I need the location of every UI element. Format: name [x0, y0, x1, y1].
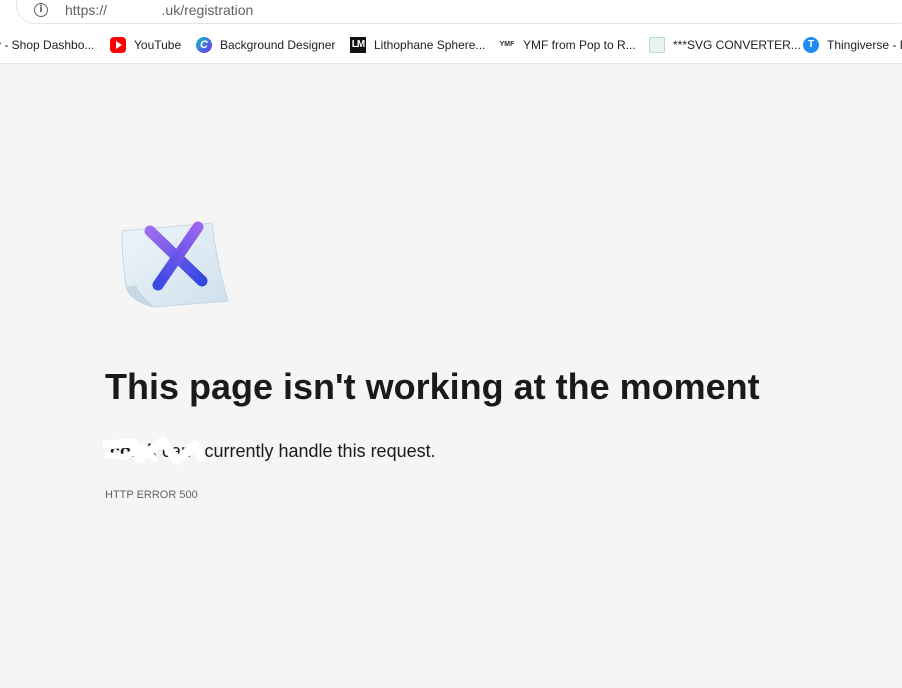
url-prefix: https://	[65, 2, 108, 18]
ymf-icon: YMF	[499, 41, 515, 48]
bookmarks-bar: y - Shop Dashbo... YouTube C Background …	[0, 34, 902, 56]
error-x-icon	[121, 221, 229, 308]
bookmark-lithophane-sphere[interactable]: LM Lithophane Sphere...	[350, 34, 485, 56]
error-x-illustration	[116, 219, 236, 309]
svg-converter-icon	[649, 37, 665, 53]
bookmark-label: YouTube	[134, 38, 182, 52]
bookmark-shop-dashboard[interactable]: y - Shop Dashbo...	[0, 34, 94, 56]
error-description: .co.uk can't currently handle this reque…	[105, 439, 436, 463]
error-host: .co.uk	[105, 441, 158, 461]
lm-icon: LM	[350, 37, 366, 53]
site-info-icon[interactable]: i	[34, 3, 48, 17]
bookmark-label: y - Shop Dashbo...	[0, 38, 95, 52]
bookmark-youtube[interactable]: YouTube	[110, 34, 181, 56]
browser-toolbar: i https://redacted.uk/registration y - S…	[0, 0, 902, 64]
bookmark-label: Thingiverse - D	[827, 38, 902, 52]
bookmark-background-designer[interactable]: C Background Designer	[196, 34, 335, 56]
url-text[interactable]: https://redacted.uk/registration	[65, 2, 253, 18]
error-title: This page isn't working at the moment	[105, 366, 760, 407]
bookmark-label: YMF from Pop to R...	[523, 38, 636, 52]
canva-icon: C	[196, 37, 212, 53]
error-code: HTTP ERROR 500	[105, 489, 198, 501]
bookmark-ymf[interactable]: YMF YMF from Pop to R...	[499, 34, 636, 56]
error-message: can't currently handle this request.	[157, 441, 436, 461]
bookmark-thingiverse[interactable]: T Thingiverse - D	[803, 34, 902, 56]
bookmark-label: Lithophane Sphere...	[374, 38, 486, 52]
url-suffix: .uk/registration	[161, 2, 254, 18]
youtube-icon	[110, 37, 126, 53]
bookmark-label: ***SVG CONVERTER...	[673, 38, 801, 52]
bookmark-svg-converter[interactable]: ***SVG CONVERTER...	[649, 34, 801, 56]
bookmark-label: Background Designer	[220, 38, 336, 52]
url-redacted: redacted	[107, 2, 162, 18]
thingiverse-icon: T	[803, 37, 819, 53]
